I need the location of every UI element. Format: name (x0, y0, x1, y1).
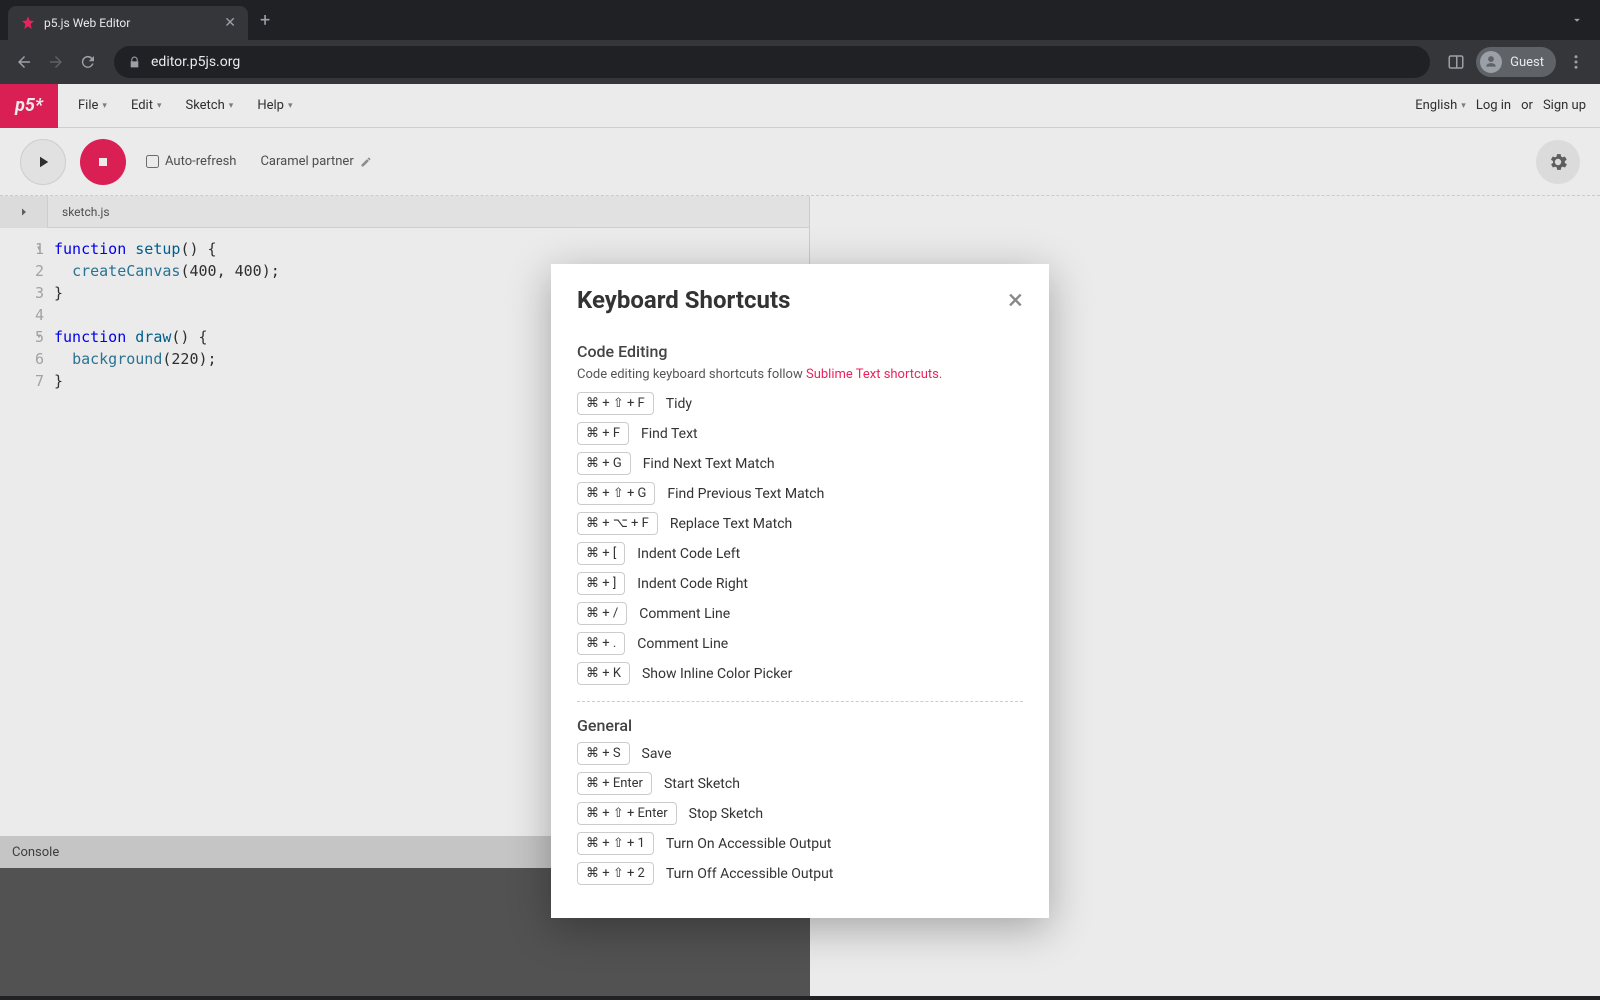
shortcut-key: ⌘ + G (577, 452, 631, 475)
shortcut-desc: Indent Code Right (637, 576, 748, 592)
shortcut-key: ⌘ + S (577, 742, 630, 765)
shortcut-desc: Start Sketch (664, 776, 740, 792)
shortcut-key: ⌘ + / (577, 602, 627, 625)
shortcut-desc: Indent Code Left (637, 546, 740, 562)
shortcut-key: ⌘ + F (577, 422, 629, 445)
shortcut-key: ⌘ + [ (577, 542, 625, 565)
app: p5* File▾ Edit▾ Sketch▾ Help▾ English▾ L… (0, 84, 1600, 996)
shortcut-key: ⌘ + ⌥ + F (577, 512, 658, 535)
panel-icon[interactable] (1440, 46, 1472, 78)
shortcuts-list-code-editing: ⌘ + ⇧ + F Tidy ⌘ + F Find Text ⌘ + G Find Nex… (577, 392, 1023, 685)
shortcut-desc: Find Next Text Match (643, 456, 775, 472)
shortcut-key: ⌘ + Enter (577, 772, 652, 795)
shortcut-row: ⌘ + ⇧ + 2 Turn Off Accessible Output (577, 862, 1023, 885)
shortcut-row: ⌘ + / Comment Line (577, 602, 1023, 625)
close-button[interactable]: × (1008, 286, 1023, 314)
shortcut-row: ⌘ + ⇧ + F Tidy (577, 392, 1023, 415)
shortcut-desc: Replace Text Match (670, 516, 792, 532)
shortcut-key: ⌘ + ⇧ + G (577, 482, 655, 505)
tabs-dropdown-icon[interactable] (1562, 13, 1592, 27)
reload-button[interactable] (72, 46, 104, 78)
shortcut-desc: Comment Line (637, 636, 728, 652)
shortcut-desc: Save (642, 746, 672, 762)
shortcut-row: ⌘ + ⇧ + Enter Stop Sketch (577, 802, 1023, 825)
address-bar[interactable]: editor.p5js.org (114, 46, 1430, 78)
section-note: Code editing keyboard shortcuts follow S… (577, 367, 1023, 382)
shortcut-key: ⌘ + K (577, 662, 630, 685)
section-title-general: General (577, 716, 1023, 735)
shortcut-desc: Comment Line (639, 606, 730, 622)
shortcut-desc: Stop Sketch (689, 806, 763, 822)
guest-label: Guest (1510, 55, 1544, 70)
shortcut-key: ⌘ + ⇧ + 1 (577, 832, 654, 855)
url-text: editor.p5js.org (151, 54, 240, 70)
shortcut-desc: Find Previous Text Match (667, 486, 824, 502)
profile-button[interactable]: Guest (1476, 47, 1556, 77)
shortcut-row: ⌘ + S Save (577, 742, 1023, 765)
browser-chrome: p5.js Web Editor ✕ + editor.p5js.org (0, 0, 1600, 84)
shortcut-row: ⌘ + G Find Next Text Match (577, 452, 1023, 475)
p5-favicon-icon (20, 15, 36, 31)
browser-tab-title: p5.js Web Editor (44, 16, 216, 30)
browser-address-bar: editor.p5js.org Guest (0, 40, 1600, 84)
forward-button[interactable] (40, 46, 72, 78)
shortcut-row: ⌘ + ⇧ + G Find Previous Text Match (577, 482, 1023, 505)
shortcut-row: ⌘ + ⌥ + F Replace Text Match (577, 512, 1023, 535)
shortcut-row: ⌘ + F Find Text (577, 422, 1023, 445)
keyboard-shortcuts-modal: Keyboard Shortcuts × Code Editing Code e… (551, 264, 1049, 918)
shortcut-row: ⌘ + . Comment Line (577, 632, 1023, 655)
shortcut-row: ⌘ + [ Indent Code Left (577, 542, 1023, 565)
shortcut-key: ⌘ + ⇧ + Enter (577, 802, 677, 825)
shortcut-row: ⌘ + K Show Inline Color Picker (577, 662, 1023, 685)
modal-title: Keyboard Shortcuts (577, 286, 790, 314)
shortcut-row: ⌘ + ] Indent Code Right (577, 572, 1023, 595)
shortcut-row: ⌘ + ⇧ + 1 Turn On Accessible Output (577, 832, 1023, 855)
sublime-link[interactable]: Sublime Text shortcuts. (806, 367, 942, 382)
shortcut-desc: Turn On Accessible Output (666, 836, 832, 852)
avatar-icon (1480, 51, 1502, 73)
new-tab-button[interactable]: + (260, 10, 270, 31)
shortcut-desc: Turn Off Accessible Output (666, 866, 834, 882)
kebab-menu-icon[interactable] (1560, 46, 1592, 78)
shortcut-desc: Find Text (641, 426, 698, 442)
close-icon[interactable]: ✕ (224, 15, 236, 31)
back-button[interactable] (8, 46, 40, 78)
shortcut-key: ⌘ + . (577, 632, 625, 655)
shortcut-key: ⌘ + ⇧ + 2 (577, 862, 654, 885)
lock-icon (128, 56, 141, 69)
section-title-code-editing: Code Editing (577, 342, 1023, 361)
modal-body[interactable]: Code Editing Code editing keyboard short… (551, 328, 1049, 918)
browser-tab-bar: p5.js Web Editor ✕ + (0, 0, 1600, 40)
modal-header: Keyboard Shortcuts × (551, 264, 1049, 328)
shortcut-key: ⌘ + ⇧ + F (577, 392, 654, 415)
section-divider (577, 701, 1023, 702)
shortcuts-list-general: ⌘ + S Save ⌘ + Enter Start Sketch ⌘ + ⇧ + En… (577, 742, 1023, 885)
browser-tab[interactable]: p5.js Web Editor ✕ (8, 6, 248, 40)
shortcut-row: ⌘ + Enter Start Sketch (577, 772, 1023, 795)
modal-overlay[interactable]: Keyboard Shortcuts × Code Editing Code e… (0, 84, 1600, 996)
shortcut-key: ⌘ + ] (577, 572, 625, 595)
shortcut-desc: Show Inline Color Picker (642, 666, 792, 682)
shortcut-desc: Tidy (666, 396, 692, 412)
